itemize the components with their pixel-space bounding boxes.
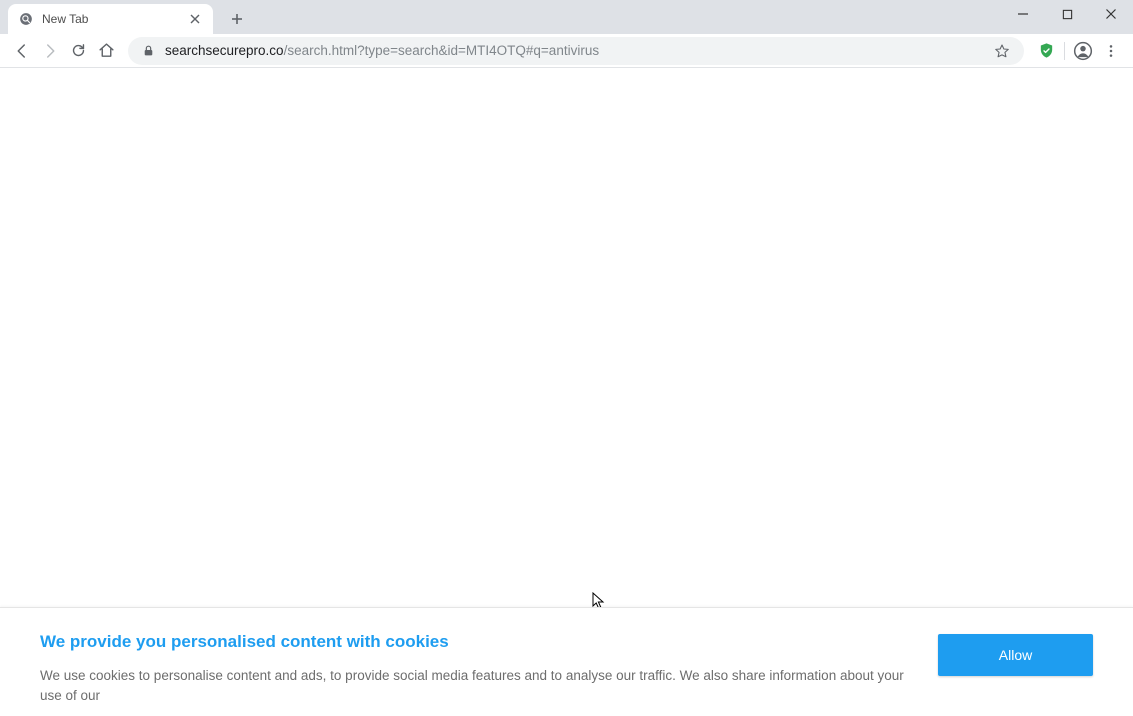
tab-title: New Tab bbox=[42, 12, 187, 26]
cookie-allow-button[interactable]: Allow bbox=[938, 634, 1093, 676]
window-close-icon[interactable] bbox=[1089, 0, 1133, 28]
extension-shield-icon[interactable] bbox=[1032, 37, 1060, 65]
back-button[interactable] bbox=[8, 37, 36, 65]
cookie-banner-title: We provide you personalised content with… bbox=[40, 632, 914, 652]
address-bar[interactable]: searchsecurepro.co/search.html?type=sear… bbox=[128, 37, 1024, 65]
profile-icon[interactable] bbox=[1069, 37, 1097, 65]
page-content: We provide you personalised content with… bbox=[0, 68, 1133, 716]
home-button[interactable] bbox=[92, 37, 120, 65]
new-tab-button[interactable] bbox=[223, 5, 251, 33]
tab-favicon bbox=[18, 11, 34, 27]
url-path: /search.html?type=search&id=MTI4OTQ#q=an… bbox=[284, 43, 600, 58]
lock-icon[interactable] bbox=[142, 44, 155, 57]
menu-icon[interactable] bbox=[1097, 37, 1125, 65]
cookie-banner-text: We provide you personalised content with… bbox=[40, 632, 938, 707]
window-maximize-icon[interactable] bbox=[1045, 0, 1089, 28]
url-host: searchsecurepro.co bbox=[165, 43, 284, 58]
reload-button[interactable] bbox=[64, 37, 92, 65]
toolbar: searchsecurepro.co/search.html?type=sear… bbox=[0, 34, 1133, 68]
browser-tab[interactable]: New Tab bbox=[8, 4, 213, 34]
window-minimize-icon[interactable] bbox=[1001, 0, 1045, 28]
tab-strip: New Tab bbox=[0, 0, 1133, 34]
cookie-banner-body: We use cookies to personalise content an… bbox=[40, 666, 914, 707]
tab-close-icon[interactable] bbox=[187, 11, 203, 27]
window-controls bbox=[1001, 0, 1133, 28]
toolbar-separator bbox=[1064, 42, 1065, 60]
forward-button[interactable] bbox=[36, 37, 64, 65]
bookmark-star-icon[interactable] bbox=[994, 43, 1010, 59]
cookie-banner: We provide you personalised content with… bbox=[0, 607, 1133, 716]
